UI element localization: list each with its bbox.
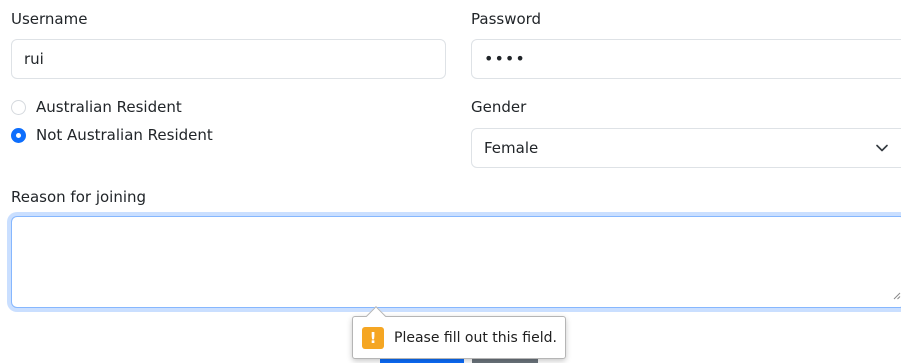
- gender-selected-value: Female: [484, 139, 539, 157]
- validation-message: Please fill out this field.: [394, 329, 557, 346]
- radio-not-australian-resident-label: Not Australian Resident: [36, 126, 213, 144]
- reason-label: Reason for joining: [11, 188, 147, 206]
- radio-not-australian-resident[interactable]: Not Australian Resident: [11, 125, 213, 145]
- registration-form: Username rui Password •••• Australian Re…: [0, 0, 901, 363]
- radio-australian-resident-label: Australian Resident: [36, 98, 182, 116]
- reason-textarea[interactable]: [11, 216, 901, 308]
- radio-australian-resident-control[interactable]: [11, 99, 26, 115]
- username-label: Username: [11, 10, 88, 28]
- gender-select[interactable]: Female: [471, 128, 901, 168]
- radio-not-australian-resident-control[interactable]: [11, 127, 26, 143]
- radio-australian-resident[interactable]: Australian Resident: [11, 97, 182, 117]
- resize-grip-icon[interactable]: [892, 285, 901, 304]
- validation-tooltip: ! Please fill out this field.: [352, 306, 566, 359]
- warning-icon: !: [362, 326, 384, 349]
- tooltip-arrow: [366, 306, 386, 326]
- username-input[interactable]: rui: [11, 39, 446, 79]
- password-input[interactable]: ••••: [471, 39, 901, 79]
- password-label: Password: [471, 10, 542, 28]
- gender-label: Gender: [471, 98, 527, 116]
- chevron-down-icon: [876, 129, 888, 167]
